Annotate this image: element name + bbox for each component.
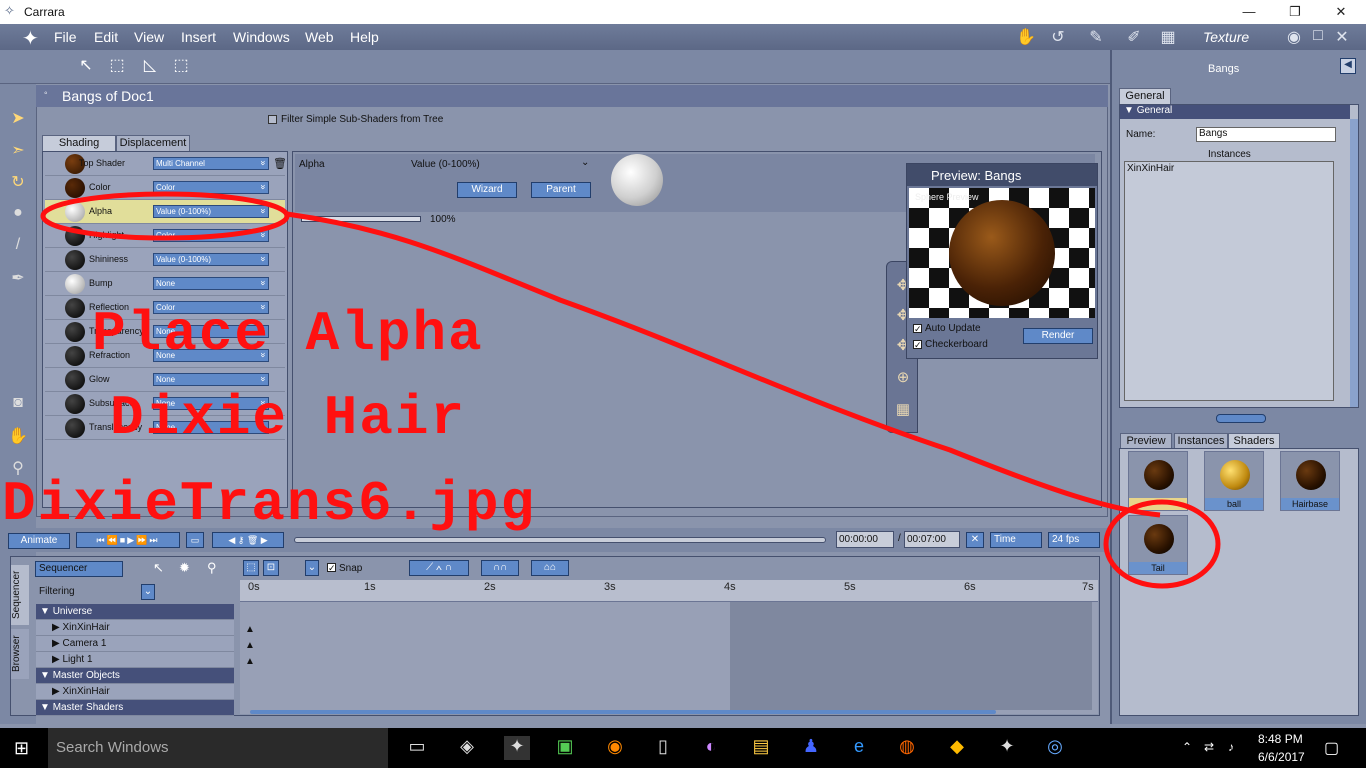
app-icon-6[interactable]: ◐ — [698, 736, 724, 760]
firefox-icon[interactable]: ◍ — [894, 736, 920, 760]
file-icon[interactable]: ▯ — [650, 736, 676, 760]
taskbar-search[interactable]: Search Windows — [48, 728, 388, 768]
app-icon-1[interactable]: ◈ — [454, 736, 480, 760]
annotation-line-3: DixieTrans6.jpg — [2, 472, 537, 536]
annotation-line-1: Place Alpha — [92, 302, 484, 366]
app-icon-3[interactable]: ▣ — [552, 736, 578, 760]
app-icon-8[interactable]: ♟ — [798, 736, 824, 760]
app-icon-13[interactable]: ◎ — [1042, 736, 1068, 760]
annotation-circle-alpha — [40, 191, 290, 241]
windows-start-icon[interactable]: ⊞ — [14, 738, 29, 759]
task-view-icon[interactable]: ▭ — [404, 736, 430, 760]
clock-time[interactable]: 8:48 PM — [1258, 732, 1303, 746]
app-icon-4[interactable]: ◉ — [602, 736, 628, 760]
app-icon-12[interactable]: ✦ — [994, 736, 1020, 760]
app-icon-11[interactable]: ◆ — [944, 736, 970, 760]
clock-date[interactable]: 6/6/2017 — [1258, 750, 1305, 764]
folder-icon[interactable]: ▤ — [748, 736, 774, 760]
annotation-circle-tail — [1103, 499, 1221, 589]
taskbar: ⊞ Search Windows ▭ ◈ ✦ ▣ ◉ ▯ ◐ ▤ ♟ e ◍ ◆… — [0, 728, 1366, 768]
network-icon[interactable]: ⇄ — [1204, 740, 1214, 754]
tray-chevron-icon[interactable]: ⌃ — [1182, 740, 1192, 754]
edge-icon[interactable]: e — [846, 736, 872, 760]
notification-icon[interactable]: ▢ — [1324, 738, 1339, 758]
annotation-line-2: Dixie Hair — [110, 386, 467, 450]
carrara-taskbar-icon[interactable]: ✦ — [504, 736, 530, 760]
volume-icon[interactable]: ♪ — [1228, 740, 1234, 754]
annotation-overlay — [40, 191, 1221, 589]
